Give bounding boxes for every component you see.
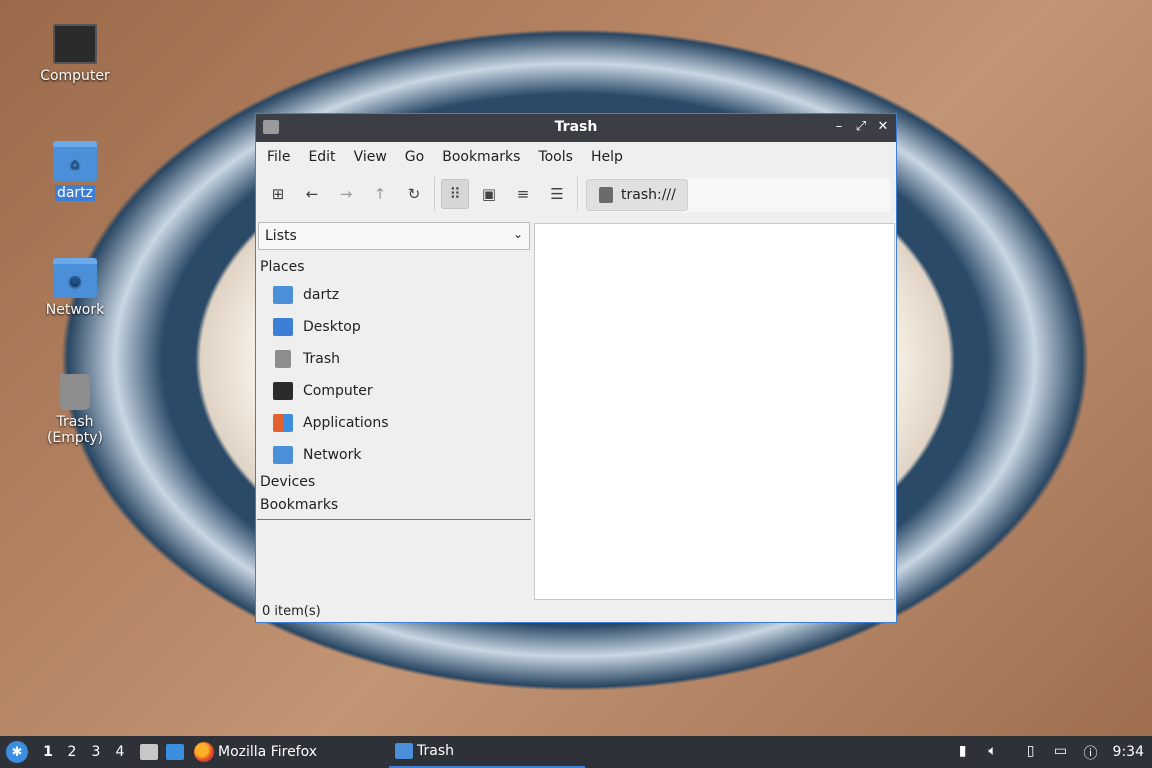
path-bar: trash:/// bbox=[586, 178, 890, 212]
devices-header[interactable]: Devices bbox=[257, 471, 531, 494]
task-trash[interactable]: Trash bbox=[389, 736, 586, 768]
start-menu-icon[interactable]: ✱ bbox=[6, 741, 28, 763]
sidebar: Lists ⌄ Places dartz Desktop Trash Compu… bbox=[257, 222, 531, 602]
trash-icon bbox=[275, 350, 291, 368]
desktop-icon-computer[interactable]: Computer bbox=[25, 24, 125, 84]
workspace-2[interactable]: 2 bbox=[60, 744, 84, 760]
trash-icon bbox=[60, 374, 90, 410]
network-folder-icon bbox=[273, 446, 293, 464]
sidebar-item-label: Desktop bbox=[303, 319, 361, 335]
back-icon[interactable]: ← bbox=[298, 179, 326, 209]
new-tab-icon[interactable]: ⊞ bbox=[264, 179, 292, 209]
desktop-icon-label: Trash (Empty) bbox=[46, 414, 104, 446]
toolbar-separator bbox=[577, 177, 578, 211]
compact-view-icon[interactable]: ≡ bbox=[509, 179, 537, 209]
show-desktop-icon[interactable] bbox=[166, 744, 184, 760]
updates-icon[interactable]: ⓘ bbox=[1083, 743, 1099, 762]
sidebar-item-trash[interactable]: Trash bbox=[257, 343, 531, 375]
minimize-icon[interactable]: – bbox=[832, 118, 846, 136]
toolbar: ⊞ ← → ↑ ↻ ⠿ ▣ ≡ ☰ trash:/// bbox=[256, 172, 896, 216]
detailed-view-icon[interactable]: ☰ bbox=[543, 179, 571, 209]
file-manager-window: Trash – ⤢ ✕ File Edit View Go Bookmarks … bbox=[255, 113, 897, 623]
menu-edit[interactable]: Edit bbox=[299, 149, 344, 165]
menu-tools[interactable]: Tools bbox=[529, 149, 582, 165]
toolbar-separator bbox=[434, 177, 435, 211]
task-label: Trash bbox=[417, 743, 455, 759]
up-icon[interactable]: ↑ bbox=[366, 179, 394, 209]
sidebar-item-label: Trash bbox=[303, 351, 340, 367]
system-tray: ▮ 🔈︎ ▯ ▭ ⓘ 9:34 bbox=[955, 743, 1152, 762]
sidebar-mode-select[interactable]: Lists ⌄ bbox=[258, 222, 530, 250]
desktop-icon-trash[interactable]: Trash (Empty) bbox=[25, 374, 125, 446]
menubar: File Edit View Go Bookmarks Tools Help bbox=[256, 142, 896, 172]
maximize-icon[interactable]: ⤢ bbox=[854, 118, 868, 136]
home-folder-icon: ⌂ bbox=[53, 141, 97, 181]
network-folder-icon: ◉ bbox=[53, 258, 97, 298]
workspace-4[interactable]: 4 bbox=[108, 744, 132, 760]
sidebar-mode-value: Lists bbox=[265, 228, 297, 244]
workspace-3[interactable]: 3 bbox=[84, 744, 108, 760]
desktop-icon-label: Computer bbox=[40, 68, 110, 84]
desktop-icon-label: dartz bbox=[54, 185, 96, 201]
taskbar: ✱ 1 2 3 4 Mozilla Firefox Trash ▮ 🔈︎ ▯ ▭… bbox=[0, 736, 1152, 768]
computer-icon bbox=[273, 382, 293, 400]
clock[interactable]: 9:34 bbox=[1113, 744, 1144, 760]
chevron-down-icon: ⌄ bbox=[512, 227, 523, 241]
applications-icon bbox=[273, 414, 293, 432]
desktop-icon-network[interactable]: ◉ Network bbox=[25, 258, 125, 318]
thumbnail-view-icon[interactable]: ▣ bbox=[475, 179, 503, 209]
file-list-area[interactable] bbox=[534, 223, 895, 600]
status-bar: 0 item(s) bbox=[262, 604, 321, 619]
desktop-icon-dartz[interactable]: ⌂ dartz bbox=[25, 141, 125, 201]
sidebar-item-label: Network bbox=[303, 447, 362, 463]
home-folder-icon bbox=[273, 286, 293, 304]
notes-icon[interactable]: ▯ bbox=[1023, 743, 1039, 761]
menu-help[interactable]: Help bbox=[582, 149, 632, 165]
menu-file[interactable]: File bbox=[258, 149, 299, 165]
places-header[interactable]: Places bbox=[257, 256, 531, 279]
close-icon[interactable]: ✕ bbox=[876, 118, 890, 136]
desktop-icon bbox=[273, 318, 293, 336]
sidebar-item-computer[interactable]: Computer bbox=[257, 375, 531, 407]
window-title: Trash bbox=[554, 119, 598, 135]
network-monitor-icon[interactable]: ▭ bbox=[1053, 743, 1069, 761]
path-crumb-trash[interactable]: trash:/// bbox=[586, 179, 688, 211]
folder-icon bbox=[395, 743, 414, 759]
bookmarks-divider bbox=[257, 519, 531, 520]
volume-icon[interactable]: 🔈︎ bbox=[985, 743, 1001, 761]
bookmarks-header[interactable]: Bookmarks bbox=[257, 494, 531, 517]
sidebar-item-label: dartz bbox=[303, 287, 340, 303]
menu-go[interactable]: Go bbox=[396, 149, 433, 165]
firefox-icon bbox=[194, 742, 214, 762]
path-label: trash:/// bbox=[621, 187, 676, 203]
workspace-1[interactable]: 1 bbox=[36, 744, 60, 760]
computer-icon bbox=[53, 24, 97, 64]
reload-icon[interactable]: ↻ bbox=[400, 179, 428, 209]
sidebar-item-label: Applications bbox=[303, 415, 389, 431]
desktop-icon-label: Network bbox=[45, 302, 105, 318]
icon-view-icon[interactable]: ⠿ bbox=[441, 179, 469, 209]
task-label: Mozilla Firefox bbox=[218, 744, 318, 760]
file-manager-launcher-icon[interactable] bbox=[140, 744, 158, 760]
sidebar-item-applications[interactable]: Applications bbox=[257, 407, 531, 439]
sidebar-item-network[interactable]: Network bbox=[257, 439, 531, 471]
sidebar-item-dartz[interactable]: dartz bbox=[257, 279, 531, 311]
menu-view[interactable]: View bbox=[345, 149, 396, 165]
clipboard-icon[interactable]: ▮ bbox=[955, 743, 971, 761]
window-titlebar[interactable]: Trash – ⤢ ✕ bbox=[256, 114, 896, 142]
sidebar-item-label: Computer bbox=[303, 383, 373, 399]
drive-icon bbox=[599, 187, 613, 203]
sidebar-item-desktop[interactable]: Desktop bbox=[257, 311, 531, 343]
forward-icon[interactable]: → bbox=[332, 179, 360, 209]
menu-bookmarks[interactable]: Bookmarks bbox=[433, 149, 529, 165]
task-firefox[interactable]: Mozilla Firefox bbox=[188, 736, 323, 768]
